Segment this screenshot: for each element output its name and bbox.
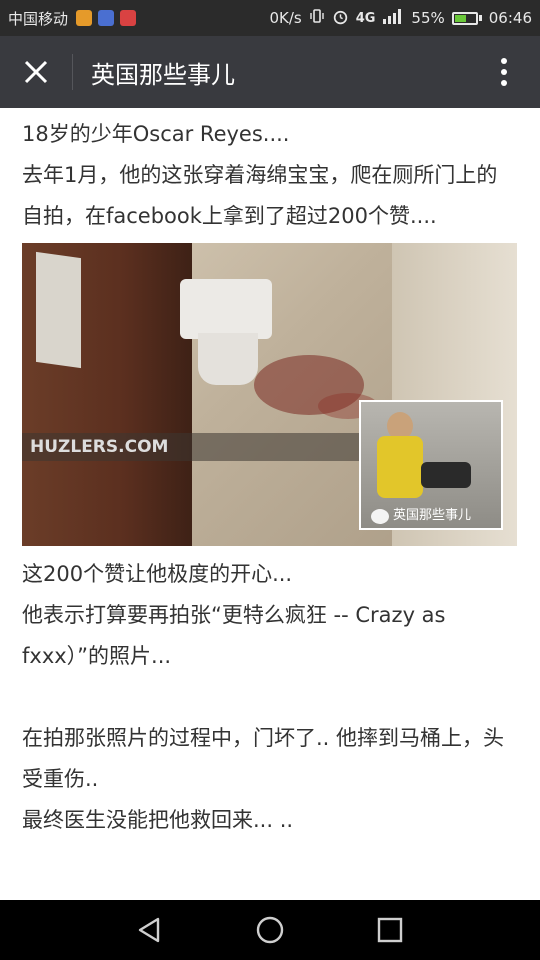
article-content: 18岁的少年Oscar Reyes.... 去年1月，他的这张穿着海绵宝宝，爬在… [0, 108, 540, 900]
battery-icon [451, 11, 482, 25]
wechat-icon [371, 508, 389, 524]
carrier-label: 中国移动 [8, 9, 69, 28]
inset-photo: 英国那些事儿 [359, 400, 503, 530]
battery-percent-label: 55% [411, 9, 445, 27]
system-nav-bar [0, 900, 540, 960]
close-button[interactable] [0, 36, 72, 108]
page-title: 英国那些事儿 [91, 60, 235, 89]
title-bar: 英国那些事儿 [0, 36, 540, 108]
net-speed-label: 0K/s [269, 9, 302, 27]
app-notification-icon [120, 10, 137, 26]
recents-button[interactable] [330, 900, 450, 960]
article-paragraph: 最终医生没能把他救回来... .. [22, 808, 294, 832]
alarm-icon [332, 8, 349, 29]
status-bar: 中国移动 0K/s 4G 55% 06:46 [0, 0, 540, 36]
app-notification-icon [98, 10, 115, 26]
back-button[interactable] [90, 900, 210, 960]
app-notification-icon [76, 10, 93, 26]
clock-label: 06:46 [488, 9, 532, 27]
home-circle-icon [256, 916, 284, 944]
signal-icon [382, 8, 404, 28]
article-paragraph: 在拍那张照片的过程中，门坏了.. 他摔到马桶上，头受重伤.. [22, 726, 505, 791]
article-photo[interactable]: HUZLERS.COM 英国那些事儿 [22, 243, 517, 546]
photo-watermark: HUZLERS.COM [30, 437, 169, 457]
close-icon [24, 60, 48, 84]
recents-square-icon [377, 917, 403, 943]
network-type-label: 4G [355, 10, 376, 26]
title-divider [72, 54, 73, 90]
article-paragraph: 去年1月，他的这张穿着海绵宝宝，爬在厕所门上的自拍，在facebook上拿到了超… [22, 163, 498, 228]
more-vertical-icon [501, 58, 507, 86]
article-paragraph: 这200个赞让他极度的开心... [22, 562, 293, 586]
article-paragraph: 他表示打算要再拍张“更特么疯狂 -- Crazy as fxxx）”的照片... [22, 603, 446, 668]
back-triangle-icon [138, 917, 160, 943]
vibrate-icon [309, 8, 325, 28]
home-button[interactable] [210, 900, 330, 960]
article-paragraph: 18岁的少年Oscar Reyes.... [22, 122, 290, 146]
inset-caption: 英国那些事儿 [393, 508, 472, 523]
more-menu-button[interactable] [468, 36, 540, 108]
